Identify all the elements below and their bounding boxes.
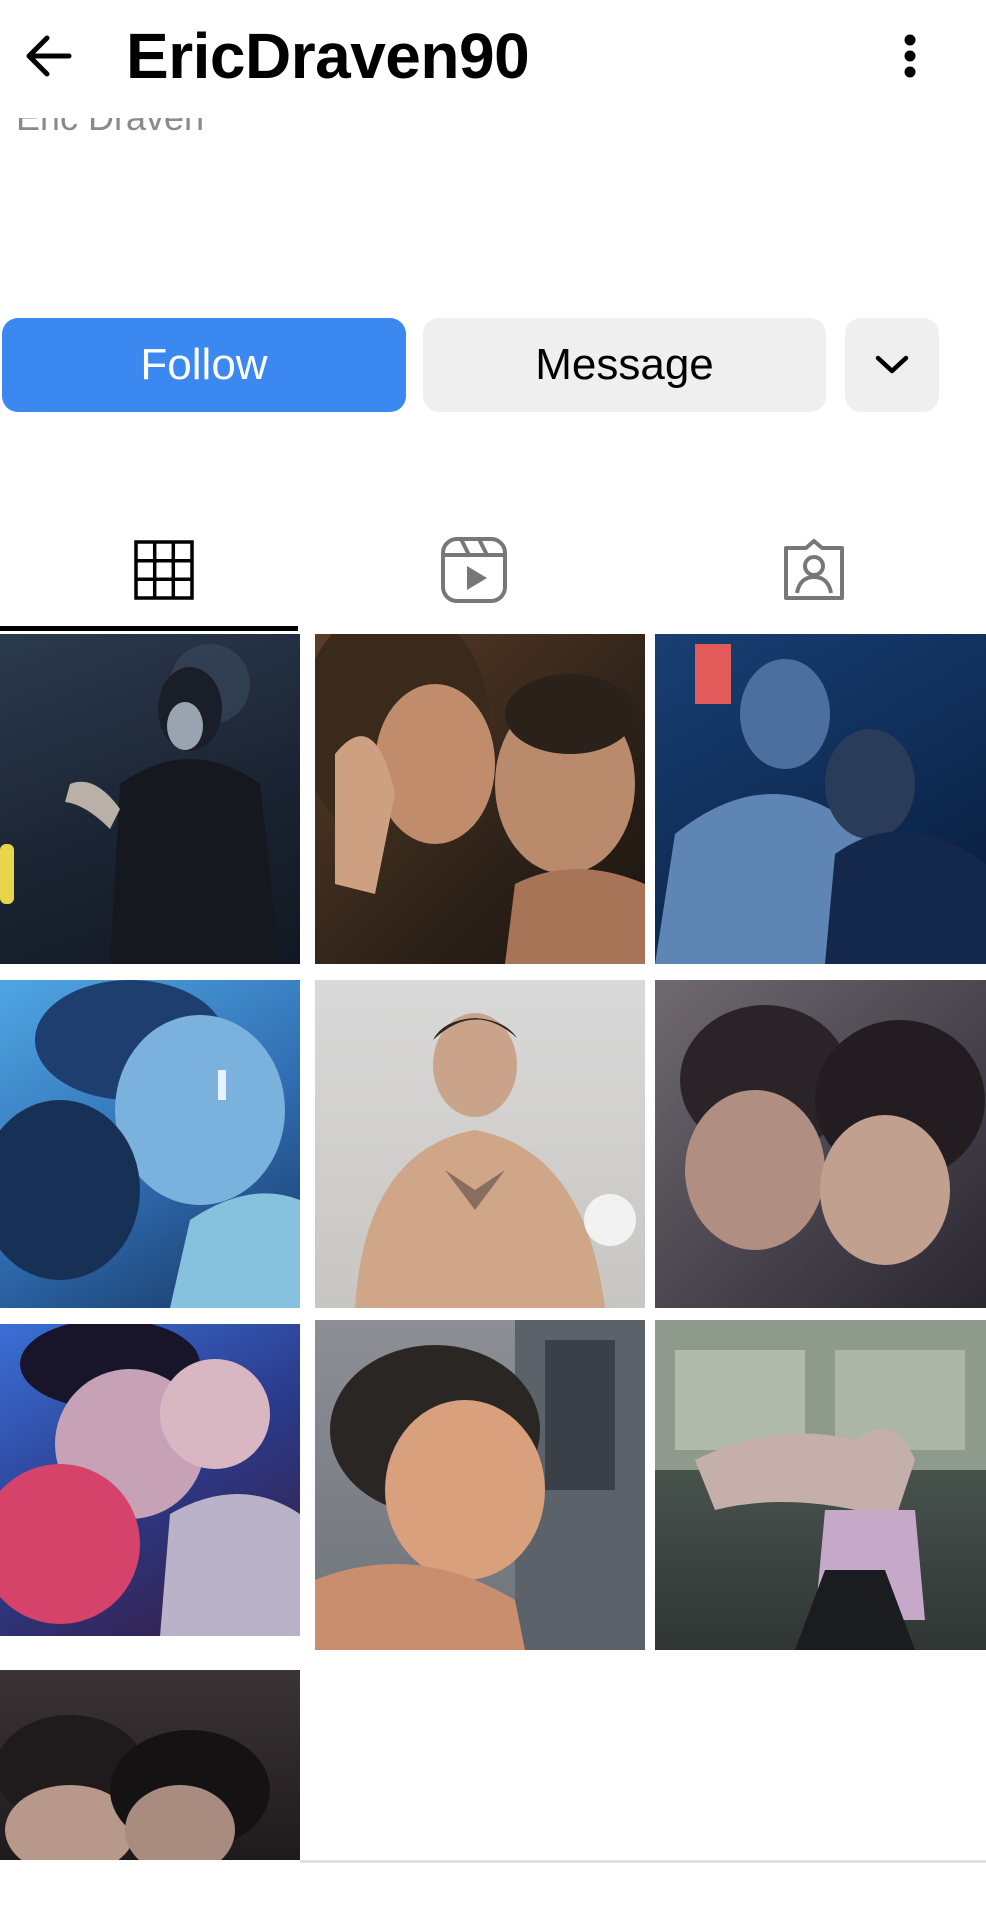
chevron-down-icon xyxy=(875,355,909,374)
grid-icon xyxy=(134,540,194,600)
message-button[interactable]: Message xyxy=(423,318,826,412)
post-thumbnail[interactable] xyxy=(315,634,645,964)
post-thumbnail[interactable] xyxy=(315,1320,645,1650)
post-image xyxy=(0,980,300,1308)
more-options-button[interactable] xyxy=(880,26,940,86)
post-thumbnail[interactable] xyxy=(0,1324,300,1636)
tab-reels[interactable] xyxy=(310,510,638,630)
tab-posts-grid[interactable] xyxy=(0,510,328,630)
posts-grid xyxy=(0,634,986,1860)
post-image xyxy=(0,1324,300,1636)
more-vertical-icon xyxy=(904,34,916,78)
follow-button[interactable]: Follow xyxy=(2,318,406,412)
post-image xyxy=(0,644,280,964)
reels-icon xyxy=(441,537,507,603)
post-thumbnail[interactable] xyxy=(0,1670,300,1860)
post-image xyxy=(315,634,645,964)
post-thumbnail[interactable] xyxy=(655,980,986,1308)
post-image xyxy=(655,644,986,964)
post-thumbnail[interactable] xyxy=(0,634,300,964)
post-thumbnail[interactable] xyxy=(0,980,300,1308)
top-bar: EricDraven90 xyxy=(0,0,986,112)
post-thumbnail[interactable] xyxy=(315,980,645,1308)
selected-tab-indicator xyxy=(0,626,298,631)
profile-tabs xyxy=(0,510,986,630)
profile-display-name: Eric Draven xyxy=(16,118,256,150)
post-thumbnail[interactable] xyxy=(655,634,986,964)
post-image xyxy=(680,1005,985,1265)
arrow-left-icon xyxy=(26,35,72,77)
tagged-user-icon xyxy=(784,539,844,600)
profile-username: EricDraven90 xyxy=(126,20,530,92)
tab-tagged[interactable] xyxy=(650,510,978,630)
suggested-accounts-button[interactable] xyxy=(845,318,939,412)
message-button-label: Message xyxy=(535,340,714,389)
post-image xyxy=(315,1320,645,1650)
post-thumbnail[interactable] xyxy=(655,1320,986,1650)
post-image xyxy=(655,1320,986,1650)
post-image xyxy=(355,1013,636,1308)
bottom-divider xyxy=(300,1860,986,1863)
post-image xyxy=(0,1715,270,1860)
back-button[interactable] xyxy=(18,26,78,86)
follow-button-label: Follow xyxy=(140,340,268,389)
